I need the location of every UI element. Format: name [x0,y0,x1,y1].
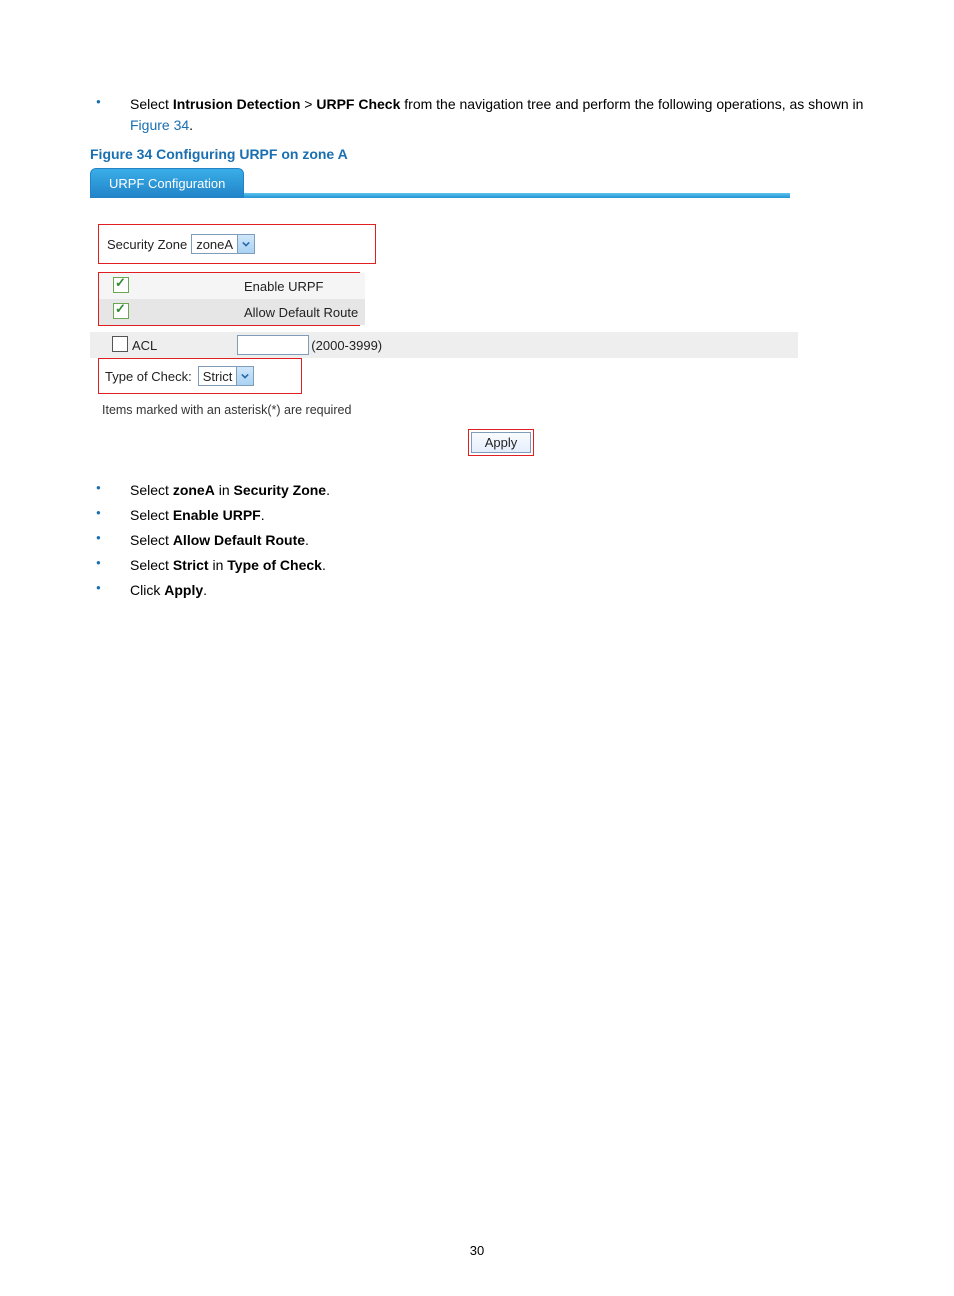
step-item: Click Apply. [90,580,864,601]
text: Select [130,507,173,523]
text: in [209,557,228,573]
steps-list: Select zoneA in Security Zone. Select En… [90,480,864,601]
text: . [305,532,309,548]
intro-item: Select Intrusion Detection > URPF Check … [90,94,864,136]
highlight-apply: Apply [468,429,534,456]
required-note: Items marked with an asterisk(*) are req… [98,400,790,423]
security-zone-value: zoneA [196,237,237,252]
allow-default-route-label: Allow Default Route [244,305,358,320]
tab-bar: URPF Configuration [90,168,790,198]
figure-caption: Figure 34 Configuring URPF on zone A [90,146,864,162]
intro-list: Select Intrusion Detection > URPF Check … [90,94,864,136]
bold: Type of Check [227,557,322,573]
security-zone-select[interactable]: zoneA [191,234,255,254]
text: Select [130,557,173,573]
row-security-zone: Security Zone zoneA [107,231,367,257]
row-enable-urpf: Enable URPF [99,273,365,299]
chevron-down-icon [237,235,254,253]
text: in [215,482,234,498]
acl-range: (2000-3999) [311,338,382,353]
text: . [326,482,330,498]
bold: Apply [164,582,203,598]
bold: Security Zone [234,482,327,498]
type-of-check-select[interactable]: Strict [198,366,255,386]
text: Click [130,582,164,598]
text: . [203,582,207,598]
step-item: Select Enable URPF. [90,505,864,526]
apply-button[interactable]: Apply [471,432,531,453]
text: Select [130,532,173,548]
text: . [189,117,193,133]
urpf-screenshot: URPF Configuration Security Zone zoneA E… [90,168,790,456]
allow-default-route-checkbox[interactable] [113,303,129,319]
bold: Strict [173,557,209,573]
step-item: Select Strict in Type of Check. [90,555,864,576]
acl-checkbox[interactable] [112,336,128,352]
text: from the navigation tree and perform the… [400,96,863,112]
text: Select [130,96,173,112]
bold: URPF Check [316,96,400,112]
enable-urpf-label: Enable URPF [244,279,323,294]
highlight-type-of-check: Type of Check: Strict [98,358,302,394]
chevron-down-icon [236,367,253,385]
acl-input[interactable] [237,335,309,355]
enable-urpf-checkbox[interactable] [113,277,129,293]
tab-urpf-configuration[interactable]: URPF Configuration [90,168,244,198]
tab-bar-rest [244,193,790,198]
row-allow-default-route: Allow Default Route [99,299,365,325]
bold: Allow Default Route [173,532,305,548]
row-type-of-check: Type of Check: Strict [105,363,295,389]
highlight-enable-allow: Enable URPF Allow Default Route [98,272,360,326]
step-item: Select Allow Default Route. [90,530,864,551]
type-of-check-value: Strict [203,369,237,384]
bold: Intrusion Detection [173,96,301,112]
bold: Enable URPF [173,507,261,523]
bold: zoneA [173,482,215,498]
type-of-check-label: Type of Check: [105,369,192,384]
step-item: Select zoneA in Security Zone. [90,480,864,501]
text: . [261,507,265,523]
acl-label: ACL [132,338,157,353]
security-zone-label: Security Zone [107,237,187,252]
text: > [300,96,316,112]
form-area: Security Zone zoneA Enable URPF Allow [90,198,790,456]
page-number: 30 [0,1243,954,1258]
text: Select [130,482,173,498]
row-acl: ACL (2000-3999) [90,332,798,358]
text: . [322,557,326,573]
highlight-security-zone: Security Zone zoneA [98,224,376,264]
figure-ref-link[interactable]: Figure 34 [130,117,189,133]
